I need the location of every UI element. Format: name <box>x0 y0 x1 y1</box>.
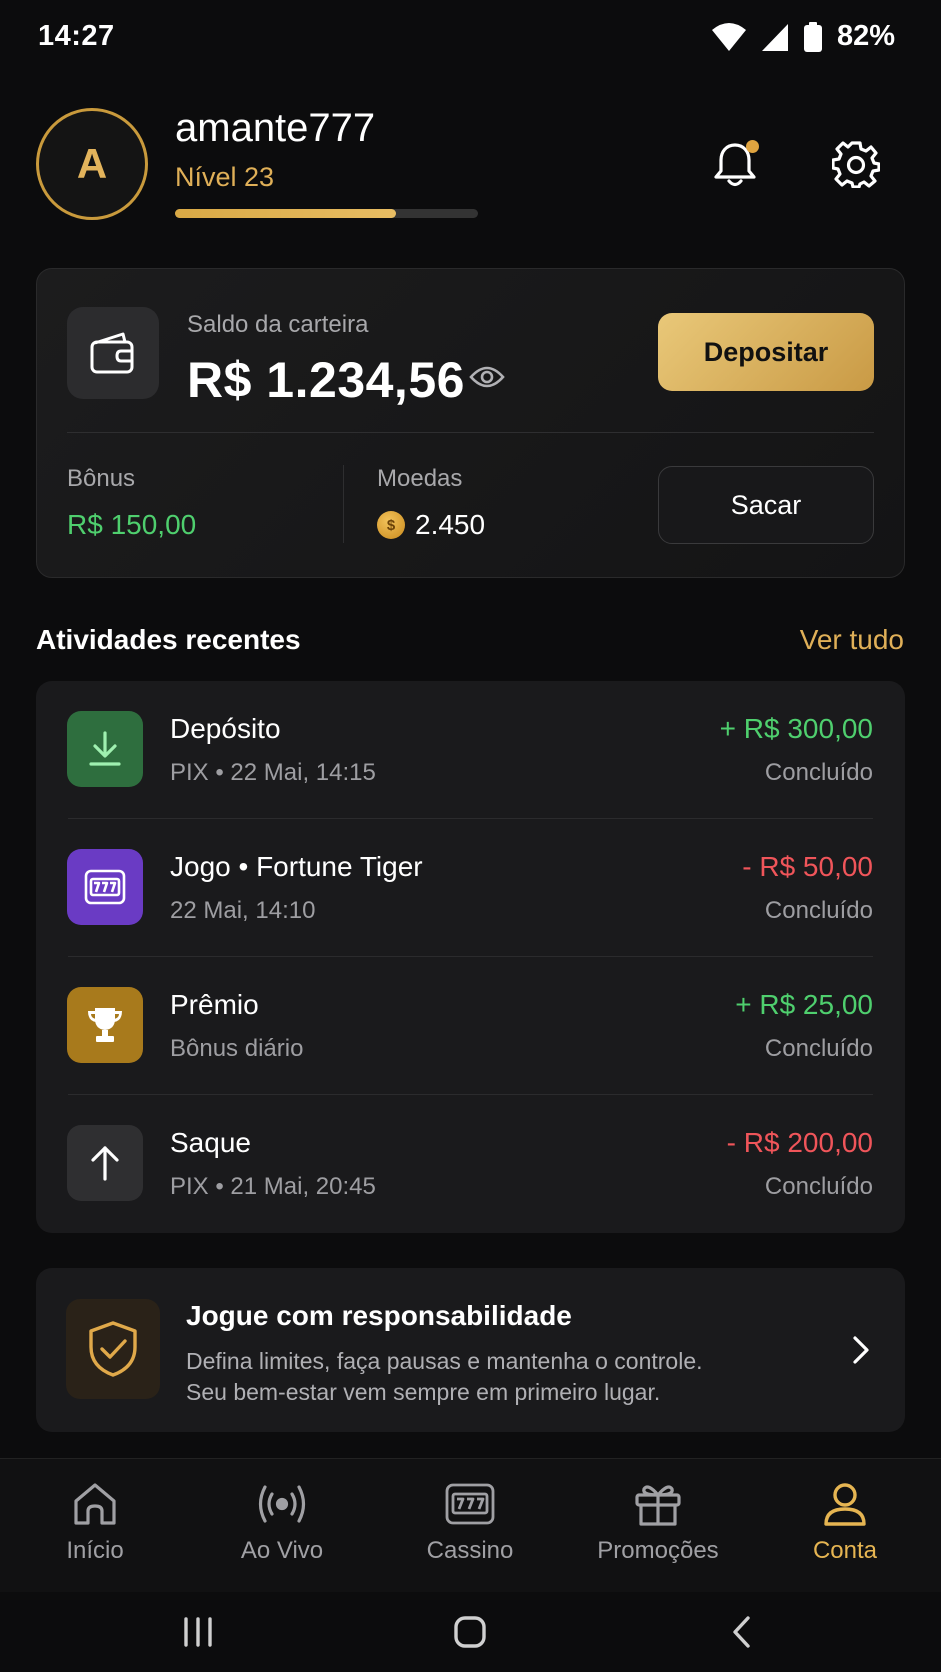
activity-item-game[interactable]: Jogo • Fortune Tiger 22 Mai, 14:10 - R$ … <box>36 819 905 957</box>
activity-title: Prêmio <box>170 989 259 1020</box>
activity-subtitle: PIX • 21 Mai, 20:45 <box>170 1173 376 1200</box>
user-icon <box>824 1483 866 1526</box>
wallet-icon <box>90 332 134 374</box>
system-nav-bar <box>0 1592 941 1672</box>
status-time: 14:27 <box>38 20 115 52</box>
activity-icon-box <box>67 987 143 1063</box>
signal-icon <box>761 23 788 51</box>
shield-check-icon <box>89 1321 137 1377</box>
bonus-label: Bônus <box>67 465 136 492</box>
gear-icon <box>832 141 880 188</box>
home-button[interactable] <box>440 1610 500 1654</box>
back-icon <box>733 1616 750 1648</box>
xp-progress-fill <box>175 209 397 218</box>
nav-item-home[interactable]: Início <box>15 1481 175 1565</box>
activity-status: Concluído <box>764 1035 873 1062</box>
activity-icon-box <box>67 849 143 925</box>
coin-icon: $ <box>377 511 405 539</box>
coins-value-row: $ 2.450 <box>377 509 485 541</box>
notifications-button[interactable] <box>707 136 763 192</box>
activity-subtitle: Bônus diário <box>170 1035 304 1062</box>
withdraw-button[interactable]: Sacar <box>658 466 874 544</box>
nav-item-account[interactable]: Conta <box>765 1481 925 1565</box>
activity-amount: - R$ 50,00 <box>742 851 873 882</box>
wallet-balance-label: Saldo da carteira <box>187 311 369 338</box>
nav-item-casino[interactable]: Cassino <box>390 1481 550 1565</box>
nav-label: Conta <box>812 1537 878 1564</box>
home-circle-icon <box>454 1616 486 1648</box>
wallet-icon-box <box>67 307 159 399</box>
username: amante777 <box>175 106 376 150</box>
back-button[interactable] <box>712 1610 772 1654</box>
nav-label: Início <box>66 1537 124 1564</box>
activity-amount: + R$ 25,00 <box>735 989 873 1020</box>
nav-label: Cassino <box>426 1537 514 1564</box>
activity-icon-box <box>67 1125 143 1201</box>
deposit-button[interactable]: Depositar <box>658 313 874 391</box>
activity-item-withdrawal[interactable]: Saque PIX • 21 Mai, 20:45 - R$ 200,00 Co… <box>36 1095 905 1233</box>
bottom-nav: Início Ao Vivo Cassino Promoções Conta <box>0 1458 941 1592</box>
divider <box>343 465 344 543</box>
wifi-icon <box>711 22 746 51</box>
battery-percent: 82% <box>836 20 895 52</box>
wallet-card: Saldo da carteira R$ 1.234,56 Depositar … <box>36 268 905 578</box>
divider <box>67 432 874 433</box>
bonus-value: R$ 150,00 <box>67 509 197 540</box>
live-icon <box>258 1485 306 1523</box>
responsible-gaming-title: Jogue com responsabilidade <box>186 1300 572 1331</box>
activity-subtitle: 22 Mai, 14:10 <box>170 897 316 924</box>
user-level: Nível 23 <box>175 162 275 192</box>
activity-item-deposit[interactable]: Depósito PIX • 22 Mai, 14:15 + R$ 300,00… <box>36 681 905 819</box>
responsible-gaming-text: Seu bem-estar vem sempre em primeiro lug… <box>186 1379 661 1405</box>
slot-machine-icon <box>84 869 126 905</box>
avatar[interactable]: A <box>36 108 148 220</box>
activity-status: Concluído <box>764 759 873 786</box>
battery-icon <box>803 21 822 52</box>
shield-icon-box <box>66 1299 160 1399</box>
trophy-icon <box>88 1008 122 1042</box>
coins-value: 2.450 <box>415 509 486 540</box>
gift-icon <box>635 1485 681 1526</box>
arrow-up-icon <box>91 1146 119 1181</box>
avatar-letter: A <box>76 140 108 187</box>
activity-title: Saque <box>170 1127 251 1158</box>
nav-item-live[interactable]: Ao Vivo <box>202 1481 362 1565</box>
wallet-balance: R$ 1.234,56 <box>187 352 465 408</box>
activity-status: Concluído <box>764 1173 873 1200</box>
download-icon <box>89 731 121 766</box>
responsible-gaming-text: Defina limites, faça pausas e mantenha o… <box>186 1348 703 1374</box>
notification-dot <box>746 140 759 153</box>
nav-label: Promoções <box>597 1537 719 1564</box>
nav-label: Ao Vivo <box>240 1537 324 1564</box>
slot-machine-icon <box>445 1483 495 1525</box>
chevron-right-icon <box>851 1334 871 1371</box>
status-icons: 82% <box>711 20 895 53</box>
activity-title: Depósito <box>170 713 281 744</box>
xp-progress-bar <box>175 209 478 218</box>
nav-item-promotions[interactable]: Promoções <box>578 1481 738 1565</box>
responsible-gaming-card[interactable]: Jogue com responsabilidade Defina limite… <box>36 1268 905 1432</box>
see-all-link[interactable]: Ver tudo <box>800 624 904 656</box>
recents-button[interactable] <box>168 1610 228 1654</box>
activity-amount: - R$ 200,00 <box>726 1127 873 1158</box>
status-bar: 14:27 82% <box>0 0 941 76</box>
activity-amount: + R$ 300,00 <box>719 713 873 744</box>
activity-item-prize[interactable]: Prêmio Bônus diário + R$ 25,00 Concluído <box>36 957 905 1095</box>
activity-icon-box <box>67 711 143 787</box>
recents-icon <box>184 1617 212 1647</box>
toggle-balance-visibility[interactable] <box>469 365 505 394</box>
settings-button[interactable] <box>828 136 884 192</box>
activity-subtitle: PIX • 22 Mai, 14:15 <box>170 759 376 786</box>
eye-icon <box>469 366 505 388</box>
activity-title: Jogo • Fortune Tiger <box>170 851 423 882</box>
activity-list: Depósito PIX • 22 Mai, 14:15 + R$ 300,00… <box>36 681 905 1233</box>
home-icon <box>74 1483 116 1525</box>
activity-status: Concluído <box>764 897 873 924</box>
coins-label: Moedas <box>377 465 463 492</box>
recent-activity-title: Atividades recentes <box>36 624 301 655</box>
